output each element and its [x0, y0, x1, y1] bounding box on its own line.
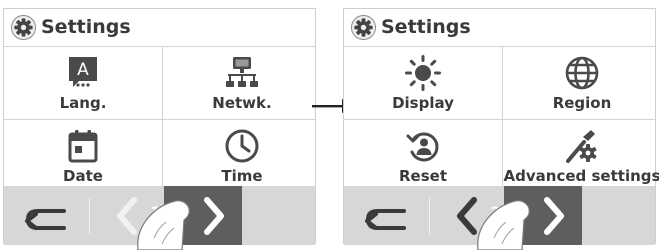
tile-label: Reset	[399, 167, 447, 185]
back-icon[interactable]	[24, 202, 70, 232]
navigation-bar: 2/3	[344, 186, 655, 250]
tile-label: Netwk.	[212, 94, 272, 112]
settings-screen-page-2: Settings Display Region Reset Advanced s…	[343, 8, 659, 250]
navigation-bar: 1/3	[4, 186, 315, 250]
tile-label: Advanced settings	[503, 167, 659, 185]
calendar-icon	[68, 130, 98, 163]
tile-time[interactable]: Time	[163, 120, 321, 190]
gear-icon	[351, 15, 376, 40]
network-icon	[226, 57, 258, 87]
hand-pointer-icon	[477, 200, 530, 250]
tile-language[interactable]: A Lang.	[4, 47, 162, 117]
tile-advanced-settings[interactable]: Advanced settings	[503, 120, 659, 190]
reset-icon	[406, 132, 439, 162]
nav-separator	[429, 198, 430, 234]
globe-icon	[565, 56, 599, 90]
back-icon[interactable]	[364, 202, 410, 232]
svg-text:A: A	[77, 60, 89, 80]
gear-icon	[11, 15, 36, 40]
tile-label: Lang.	[59, 94, 107, 112]
settings-grid: Display Region Reset Advanced settings	[344, 47, 659, 186]
tile-reset[interactable]: Reset	[344, 120, 502, 190]
page-title: Settings	[381, 16, 471, 38]
nav-separator	[89, 198, 90, 234]
page-title: Settings	[41, 16, 131, 38]
tile-network[interactable]: Netwk.	[163, 47, 321, 117]
settings-grid: A Lang. Netwk. Date Time	[4, 47, 315, 186]
tile-label: Time	[221, 167, 263, 185]
tile-label: Region	[552, 94, 612, 112]
tile-date[interactable]: Date	[4, 120, 162, 190]
screen-header: Settings	[4, 9, 315, 47]
tile-label: Date	[63, 167, 103, 185]
hand-pointer-icon	[137, 200, 190, 250]
tile-region[interactable]: Region	[503, 47, 659, 117]
screen-header: Settings	[344, 9, 655, 47]
tile-display[interactable]: Display	[344, 47, 502, 117]
tools-icon	[566, 130, 597, 163]
language-icon: A	[69, 57, 97, 87]
settings-screen-page-1: Settings A Lang. Netwk. Date Time	[3, 8, 316, 250]
tile-label: Display	[392, 94, 454, 112]
clock-icon	[225, 129, 259, 163]
sun-icon	[405, 55, 441, 91]
